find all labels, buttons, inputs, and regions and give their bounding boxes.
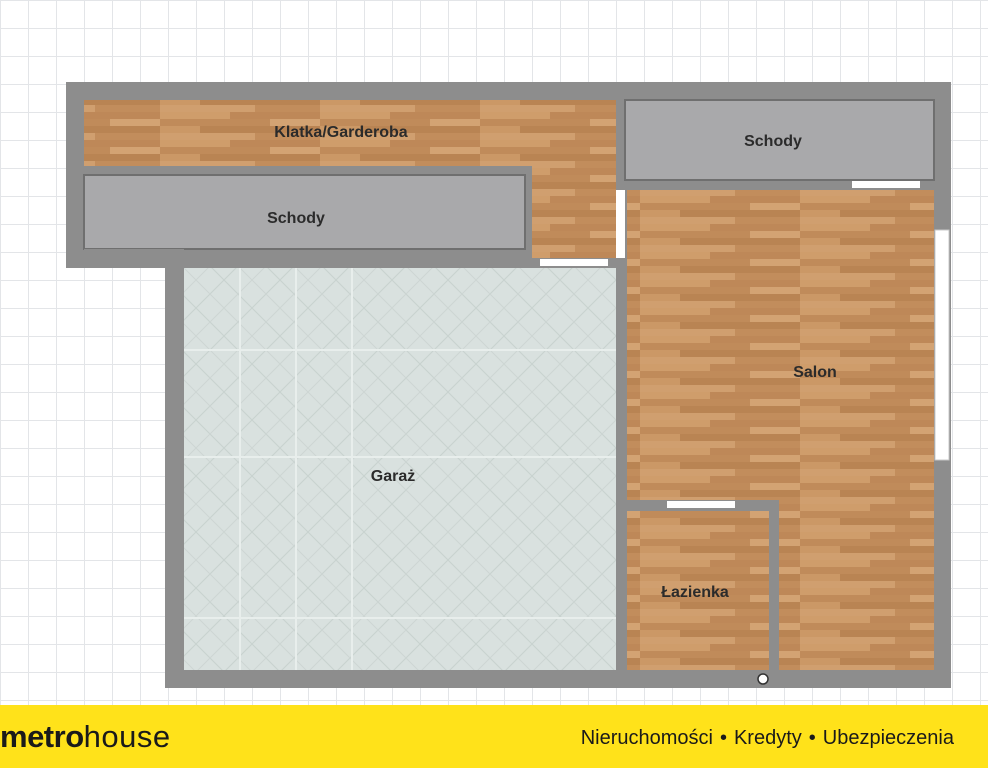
services-tagline: Nieruchomości • Kredyty • Ubezpieczenia [581,723,954,753]
door-garage [540,259,608,266]
logo-metro-text: metro [0,719,84,754]
door-bathroom [667,501,735,508]
metrohouse-logo: metrohouse [0,719,171,755]
door-right-stairs [852,181,920,188]
label-schody-left: Schody [267,210,325,227]
label-klatka-garderoba: Klatka/Garderoba [274,124,407,141]
label-schody-right: Schody [744,133,802,150]
service-ubezpieczenia: Ubezpieczenia [822,727,954,749]
label-garaz: Garaż [371,468,415,485]
logo-house-text: house [83,719,171,754]
window-salon [934,229,950,461]
label-salon: Salon [793,364,837,381]
separator-dot: • [719,727,727,749]
label-lazienka: Łazienka [661,584,729,601]
drain-marker-icon [757,673,769,685]
separator-dot: • [808,727,816,749]
door-salon-corridor [616,190,625,258]
floor-plan: Klatka/Garderoba Schody Schody Salon Gar… [66,82,951,688]
service-nieruchomosci: Nieruchomości [580,727,713,749]
stairs-left-notch [84,249,184,259]
service-kredyty: Kredyty [733,727,802,749]
footer-banner: metrohouse Nieruchomości • Kredyty • Ubezpie… [0,705,988,768]
